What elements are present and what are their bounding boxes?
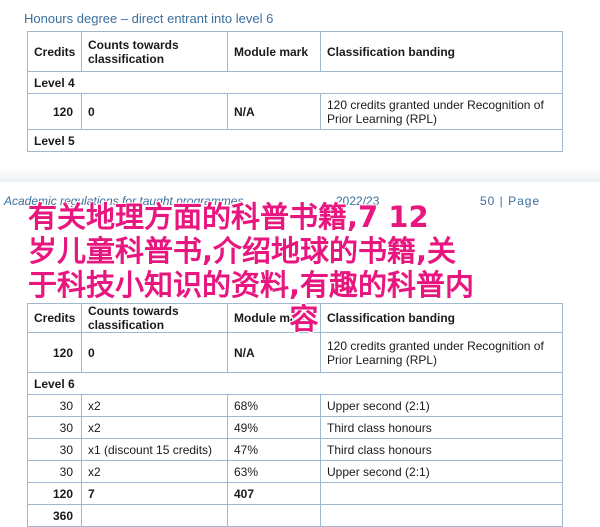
level-4-label: Level 4 [27,71,563,94]
cell-banding: Upper second (2:1) [320,460,563,483]
col-counts: Counts towards classification [81,31,228,72]
grand-total-credits: 360 [27,504,82,527]
grand-total-counts [81,504,228,527]
total-counts: 7 [81,482,228,505]
level-row: Level 6 [27,372,563,395]
grand-total-mark [227,504,321,527]
cell-mark: 49% [227,416,321,439]
page-break [0,168,600,182]
table-row: 30 x2 68% Upper second (2:1) [27,394,563,417]
level-row: Level 5 [27,129,563,152]
level-row: Level 4 [27,71,563,94]
cell-mark: 63% [227,460,321,483]
cell-banding: Third class honours [320,438,563,461]
cell-mark: 47% [227,438,321,461]
cell-counts: 0 [81,332,228,373]
overlay-title-line-2: 岁儿童科普书,介绍地球的书籍,关 [28,234,457,268]
cell-mark: N/A [227,332,321,373]
cell-credits: 120 [27,332,82,373]
cell-credits: 30 [27,416,82,439]
overlay-title-line-3: 于科技小知识的资料,有趣的科普内 [28,268,475,302]
table-row: 30 x1 (discount 15 credits) 47% Third cl… [27,438,563,461]
cell-counts: x1 (discount 15 credits) [81,438,228,461]
classification-table-top: Credits Counts towards classification Mo… [27,31,563,152]
cell-counts: x2 [81,394,228,417]
cell-credits: 30 [27,394,82,417]
cell-mark: N/A [227,93,321,130]
table-row: 120 0 N/A 120 credits granted under Reco… [27,93,563,130]
level-5-label: Level 5 [27,129,563,152]
grand-total-banding [320,504,563,527]
level-6-label: Level 6 [27,372,563,395]
section-heading: Honours degree – direct entrant into lev… [24,11,274,26]
col-module-mark: Module mark [227,31,321,72]
table-row: 30 x2 63% Upper second (2:1) [27,460,563,483]
cell-credits: 30 [27,460,82,483]
cell-mark: 68% [227,394,321,417]
cell-banding: Upper second (2:1) [320,394,563,417]
overlay-title-line-4: 容 [289,302,319,336]
total-row: 120 7 407 [27,482,563,505]
classification-table-bottom: Credits Counts towards classification Mo… [27,303,563,527]
cell-credits: 30 [27,438,82,461]
cell-banding: 120 credits granted under Recognition of… [320,93,563,130]
total-credits: 120 [27,482,82,505]
grand-total-row: 360 [27,504,563,527]
total-banding [320,482,563,505]
overlay-title: 有关地理方面的科普书籍,7 12 岁儿童科普书,介绍地球的书籍,关 于科技小知识… [28,200,580,336]
overlay-title-line-1: 有关地理方面的科普书籍,7 12 [28,200,429,234]
total-mark: 407 [227,482,321,505]
col-credits: Credits [27,31,82,72]
table-row: 120 0 N/A 120 credits granted under Reco… [27,332,563,373]
table-row: 30 x2 49% Third class honours [27,416,563,439]
cell-counts: x2 [81,416,228,439]
cell-credits: 120 [27,93,82,130]
table-header-row: Credits Counts towards classification Mo… [27,31,563,72]
cell-counts: 0 [81,93,228,130]
cell-counts: x2 [81,460,228,483]
col-banding: Classification banding [320,31,563,72]
cell-banding: Third class honours [320,416,563,439]
cell-banding: 120 credits granted under Recognition of… [320,332,563,373]
